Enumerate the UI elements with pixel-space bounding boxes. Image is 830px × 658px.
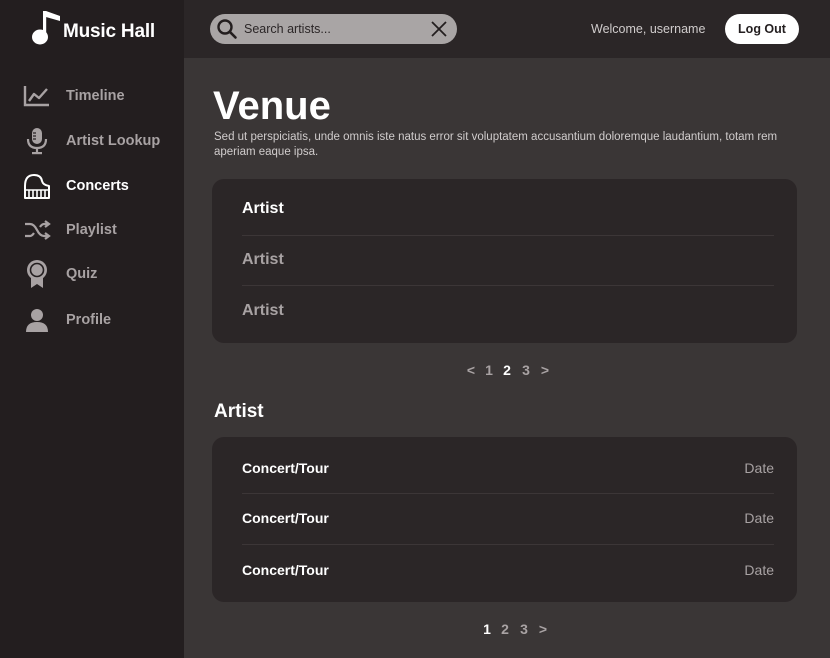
concert-date: Date	[744, 561, 774, 578]
chart-line-icon	[22, 81, 52, 111]
search-input[interactable]	[244, 14, 424, 44]
concert-list-item[interactable]: Concert/Tour Date	[242, 544, 774, 595]
microphone-icon	[22, 126, 52, 156]
welcome-text: Welcome, username	[591, 22, 706, 36]
award-ribbon-icon	[22, 259, 52, 289]
page-title: Venue	[213, 84, 331, 128]
page-link-1-current[interactable]: 1	[478, 621, 496, 637]
sidebar: Music Hall Timeline Artist Lookup Concer…	[0, 0, 184, 658]
artist-list-item[interactable]: Artist	[242, 183, 774, 234]
page-link-3[interactable]: 3	[514, 621, 534, 637]
prev-page-button[interactable]: <	[462, 362, 480, 378]
concert-date: Date	[744, 509, 774, 526]
page-link-3[interactable]: 3	[516, 362, 536, 378]
sidebar-item-artist-lookup[interactable]: Artist Lookup	[22, 126, 182, 156]
piano-icon	[22, 171, 52, 201]
next-page-button[interactable]: >	[534, 621, 552, 637]
page-link-1[interactable]: 1	[480, 362, 498, 378]
sidebar-item-timeline[interactable]: Timeline	[22, 81, 182, 111]
concert-name: Concert/Tour	[242, 459, 329, 476]
next-page-button[interactable]: >	[536, 362, 554, 378]
app-name: Music Hall	[63, 21, 155, 42]
shuffle-icon	[22, 215, 52, 245]
concert-name: Concert/Tour	[242, 561, 329, 578]
concert-pagination: 1 2 3 >	[478, 621, 552, 637]
artist-list-item[interactable]: Artist	[242, 234, 774, 285]
app-logo[interactable]: Music Hall	[30, 10, 155, 46]
section-title: Artist	[214, 401, 264, 422]
search-icon[interactable]	[216, 18, 238, 45]
page-link-2-current[interactable]: 2	[498, 362, 516, 378]
search-box[interactable]	[210, 14, 457, 44]
concert-list-item[interactable]: Concert/Tour Date	[242, 442, 774, 493]
sidebar-item-label: Timeline	[66, 88, 125, 104]
sidebar-item-label: Profile	[66, 312, 112, 328]
artist-list-item[interactable]: Artist	[242, 285, 774, 336]
sidebar-item-quiz[interactable]: Quiz	[22, 259, 182, 289]
artist-list-card: Artist Artist Artist	[212, 179, 797, 343]
page-link-2[interactable]: 2	[496, 621, 514, 637]
sidebar-item-profile[interactable]: Profile	[22, 305, 182, 335]
concert-list-item[interactable]: Concert/Tour Date	[242, 492, 774, 543]
user-icon	[22, 305, 52, 335]
clear-search-icon[interactable]	[430, 20, 448, 43]
sidebar-item-label: Playlist	[66, 222, 117, 238]
sidebar-item-label: Quiz	[66, 266, 98, 282]
sidebar-item-label: Artist Lookup	[66, 133, 161, 149]
sidebar-item-label: Concerts	[66, 178, 129, 194]
concert-name: Concert/Tour	[242, 509, 329, 526]
page-description: Sed ut perspiciatis, unde omnis iste nat…	[214, 131, 778, 158]
top-bar: Welcome, username Log Out	[184, 0, 830, 58]
artist-pagination: < 1 2 3 >	[462, 362, 554, 378]
logout-button[interactable]: Log Out	[725, 14, 799, 44]
sidebar-item-concerts[interactable]: Concerts	[22, 171, 182, 201]
concert-list-card: Concert/Tour Date Concert/Tour Date Conc…	[212, 437, 797, 602]
sidebar-item-playlist[interactable]: Playlist	[22, 215, 182, 245]
music-note-icon	[32, 11, 60, 45]
concert-date: Date	[744, 459, 774, 476]
